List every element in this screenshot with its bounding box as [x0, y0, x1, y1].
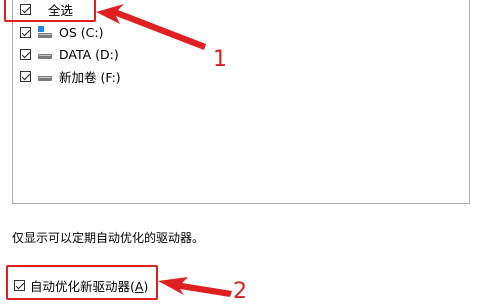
annotation-number-2: 2 [233, 279, 247, 304]
annotation-number-1: 1 [213, 47, 227, 72]
annotation-arrow-2 [158, 277, 232, 297]
annotation-arrow-1 [96, 4, 206, 50]
annotation-arrows [96, 4, 232, 297]
